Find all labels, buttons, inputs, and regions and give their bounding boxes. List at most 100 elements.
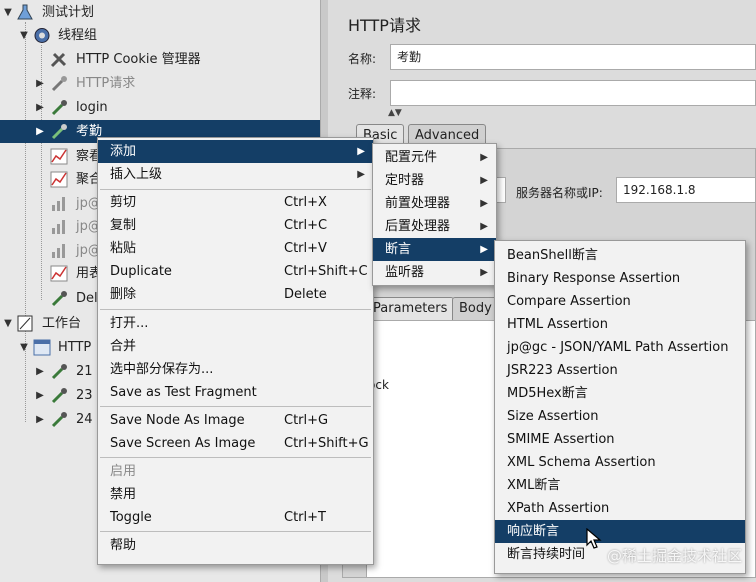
assertion-item[interactable]: HTML Assertion bbox=[495, 313, 745, 336]
name-field[interactable]: 考勤 bbox=[390, 44, 756, 70]
clipboard-icon bbox=[17, 315, 33, 332]
pipette-icon bbox=[51, 291, 67, 307]
submenu-arrow-icon: ▶ bbox=[480, 175, 488, 186]
tree-node-login[interactable]: ▶ login bbox=[0, 96, 320, 119]
menu-item-save-screen-image[interactable]: Save Screen As Image Ctrl+Shift+G bbox=[98, 432, 373, 455]
pipette-icon bbox=[51, 412, 67, 428]
flask-icon bbox=[17, 4, 33, 20]
tools-icon bbox=[50, 52, 67, 68]
assertion-item[interactable]: MD5Hex断言 bbox=[495, 382, 745, 405]
submenu-arrow-icon: ▶ bbox=[357, 146, 365, 157]
assertion-item[interactable]: jp@gc - JSON/YAML Path Assertion bbox=[495, 336, 745, 359]
menu-item-save-node-image[interactable]: Save Node As Image Ctrl+G bbox=[98, 409, 373, 432]
submenu-item-config-element[interactable]: 配置元件 ▶ bbox=[373, 146, 496, 169]
menu-item-toggle[interactable]: Toggle Ctrl+T bbox=[98, 506, 373, 529]
collapse-arrow-icon[interactable]: ▶ bbox=[34, 96, 46, 119]
assertion-item[interactable]: BeanShell断言 bbox=[495, 244, 745, 267]
tree-node-cookie-manager[interactable]: HTTP Cookie 管理器 bbox=[0, 48, 320, 71]
menu-item-cut[interactable]: 剪切 Ctrl+X bbox=[98, 191, 373, 214]
assertion-item[interactable]: XPath Assertion bbox=[495, 497, 745, 520]
assertion-item[interactable]: XML断言 bbox=[495, 474, 745, 497]
tree-label: 测试计划 bbox=[42, 5, 95, 20]
collapse-arrow-icon[interactable]: ▶ bbox=[34, 408, 46, 431]
submenu-arrow-icon: ▶ bbox=[480, 244, 488, 255]
menu-item-disable[interactable]: 禁用 bbox=[98, 483, 373, 506]
chart-icon bbox=[50, 265, 68, 282]
server-label: 服务器名称或IP: bbox=[516, 186, 603, 200]
pipette-icon bbox=[51, 364, 67, 380]
context-menu: 添加 ▶ 插入上级 ▶ 剪切 Ctrl+X 复制 Ctrl+C 粘贴 Ctrl+V Dup… bbox=[97, 137, 374, 565]
assertion-item[interactable]: XML Schema Assertion bbox=[495, 451, 745, 474]
collapse-arrow-icon[interactable]: ▶ bbox=[34, 384, 46, 407]
server-field[interactable]: 192.168.1.8 bbox=[616, 177, 756, 203]
tree-node-http-request[interactable]: ▶ HTTP请求 bbox=[0, 72, 320, 95]
menu-item-save-partial[interactable]: 选中部分保存为... bbox=[98, 358, 373, 381]
submenu-item-pre-processor[interactable]: 前置处理器 ▶ bbox=[373, 192, 496, 215]
splitter-arrows-icon[interactable]: ▲▼ bbox=[388, 108, 402, 118]
tree-label: login bbox=[76, 100, 108, 115]
tree-label: 线程组 bbox=[58, 28, 98, 43]
menu-item-save-fragment[interactable]: Save as Test Fragment bbox=[98, 381, 373, 404]
expand-arrow-icon[interactable]: ▼ bbox=[18, 336, 30, 359]
add-submenu: 配置元件 ▶ 定时器 ▶ 前置处理器 ▶ 后置处理器 ▶ 断言 ▶ 监听器 ▶ bbox=[372, 143, 497, 286]
tree-node-thread-group[interactable]: ▼ 线程组 bbox=[0, 24, 320, 47]
bar-chart-icon bbox=[52, 220, 65, 234]
name-label: 名称: bbox=[348, 52, 377, 66]
submenu-arrow-icon: ▶ bbox=[480, 152, 488, 163]
tree-label: 24 bbox=[76, 412, 93, 427]
menu-item-paste[interactable]: 粘贴 Ctrl+V bbox=[98, 237, 373, 260]
submenu-item-listener[interactable]: 监听器 ▶ bbox=[373, 261, 496, 284]
chart-icon bbox=[50, 171, 68, 188]
tab-parameters[interactable]: Parameters bbox=[366, 297, 455, 321]
assertion-item-response[interactable]: 响应断言 bbox=[495, 520, 745, 543]
collapse-arrow-icon[interactable]: ▶ bbox=[34, 120, 46, 143]
menu-item-merge[interactable]: 合并 bbox=[98, 335, 373, 358]
mouse-cursor-icon bbox=[586, 528, 602, 549]
collapse-arrow-icon[interactable]: ▶ bbox=[34, 72, 46, 95]
menu-item-add[interactable]: 添加 ▶ bbox=[98, 140, 373, 163]
menu-item-help[interactable]: 帮助 bbox=[98, 534, 373, 557]
bar-chart-icon bbox=[52, 197, 65, 211]
menu-item-insert-parent[interactable]: 插入上级 ▶ bbox=[98, 163, 373, 186]
pipette-icon bbox=[51, 100, 67, 116]
assertion-item[interactable]: Compare Assertion bbox=[495, 290, 745, 313]
comment-field[interactable] bbox=[390, 80, 756, 106]
pipette-icon bbox=[51, 124, 67, 140]
bar-chart-icon bbox=[52, 244, 65, 258]
comment-label: 注释: bbox=[348, 87, 377, 101]
menu-item-open[interactable]: 打开... bbox=[98, 312, 373, 335]
tab-body[interactable]: Body bbox=[452, 297, 499, 321]
menu-separator bbox=[100, 189, 371, 190]
submenu-arrow-icon: ▶ bbox=[480, 221, 488, 232]
tree-label: HTTP请求 bbox=[76, 76, 136, 91]
submenu-item-assertion[interactable]: 断言 ▶ bbox=[373, 238, 496, 261]
menu-item-enable[interactable]: 启用 bbox=[98, 460, 373, 483]
tree-label: 23 bbox=[76, 388, 93, 403]
submenu-arrow-icon: ▶ bbox=[357, 169, 365, 180]
tree-node-test-plan[interactable]: ▼ 测试计划 bbox=[0, 1, 320, 24]
assertion-item[interactable]: JSR223 Assertion bbox=[495, 359, 745, 382]
submenu-item-timer[interactable]: 定时器 ▶ bbox=[373, 169, 496, 192]
submenu-arrow-icon: ▶ bbox=[480, 198, 488, 209]
assertion-item[interactable]: Size Assertion bbox=[495, 405, 745, 428]
tree-label: 工作台 bbox=[42, 316, 82, 331]
tree-label: HTTP Cookie 管理器 bbox=[76, 52, 201, 67]
menu-separator bbox=[100, 457, 371, 458]
submenu-item-post-processor[interactable]: 后置处理器 ▶ bbox=[373, 215, 496, 238]
expand-arrow-icon[interactable]: ▼ bbox=[2, 312, 14, 335]
expand-arrow-icon[interactable]: ▼ bbox=[18, 24, 30, 47]
menu-item-copy[interactable]: 复制 Ctrl+C bbox=[98, 214, 373, 237]
watermark: @稀土掘金技术社区 bbox=[606, 547, 742, 565]
expand-arrow-icon[interactable]: ▼ bbox=[2, 1, 14, 24]
assertion-item[interactable]: Binary Response Assertion bbox=[495, 267, 745, 290]
menu-item-duplicate[interactable]: Duplicate Ctrl+Shift+C bbox=[98, 260, 373, 283]
pipette-icon bbox=[51, 76, 67, 92]
menu-item-delete[interactable]: 删除 Delete bbox=[98, 283, 373, 306]
collapse-arrow-icon[interactable]: ▶ bbox=[34, 360, 46, 383]
gear-icon bbox=[34, 28, 50, 43]
assertion-item[interactable]: SMIME Assertion bbox=[495, 428, 745, 451]
panel-title: HTTP请求 bbox=[348, 16, 421, 35]
menu-separator bbox=[100, 406, 371, 407]
menu-separator bbox=[100, 531, 371, 532]
tree-label: HTTP bbox=[58, 340, 92, 355]
